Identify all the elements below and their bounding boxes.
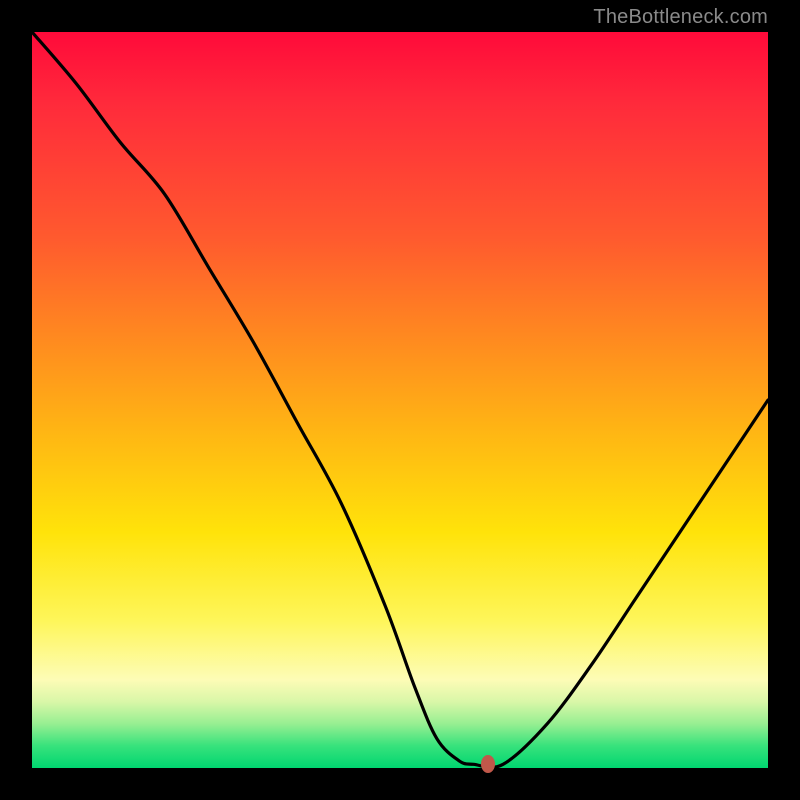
bottleneck-curve [32, 32, 768, 768]
chart-frame: TheBottleneck.com [0, 0, 800, 800]
curve-path [32, 32, 768, 767]
plot-area [32, 32, 768, 768]
attribution-text: TheBottleneck.com [593, 6, 768, 29]
minimum-marker [481, 755, 495, 773]
